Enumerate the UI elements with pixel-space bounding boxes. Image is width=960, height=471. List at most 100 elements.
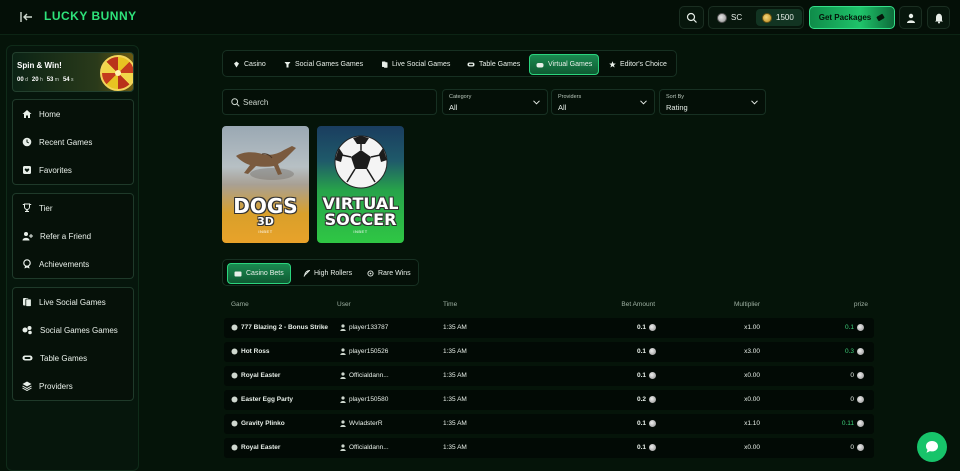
brand-logo[interactable]: LUCKY BUNNY — [44, 9, 137, 23]
user-icon — [340, 444, 346, 451]
greyhound-illustration — [236, 146, 296, 180]
sc-coin-icon — [857, 348, 864, 355]
ticket-icon — [234, 271, 242, 276]
slot-reels-icon — [22, 326, 32, 335]
timer-minutes: 53 m — [46, 77, 59, 83]
row-game[interactable]: 777 Blazing 2 - Bonus Strike — [231, 324, 328, 331]
providers-select-value: All — [558, 103, 567, 112]
game-title-line2: SOCCER — [324, 210, 397, 229]
sidebar-item-label: Table Games — [40, 353, 88, 363]
row-prize: 0 — [820, 444, 864, 451]
row-bet-amount: 0.1 — [606, 372, 656, 379]
row-game[interactable]: Royal Easter — [231, 444, 280, 451]
category-select-value: All — [449, 103, 458, 112]
row-game[interactable]: Hot Ross — [231, 348, 270, 355]
tab-casino-bets[interactable]: Casino Bets — [227, 263, 291, 284]
tab-social-games[interactable]: Social Games Games — [278, 54, 369, 75]
table-row[interactable]: 777 Blazing 2 - Bonus Strike player133787… — [224, 318, 874, 338]
providers-select[interactable]: Providers All — [551, 89, 655, 115]
search-input[interactable] — [243, 95, 433, 110]
tab-high-rollers[interactable]: High Rollers — [297, 263, 358, 284]
chat-button[interactable] — [917, 432, 947, 462]
sc-coin-icon — [717, 12, 727, 23]
bell-icon — [934, 13, 943, 23]
clock-icon — [22, 137, 32, 147]
row-game[interactable]: Gravity Plinko — [231, 420, 285, 427]
sidebar-item-home[interactable]: Home — [13, 100, 133, 128]
tab-casino[interactable]: Casino — [227, 54, 272, 75]
get-packages-button[interactable]: Get Packages — [809, 6, 895, 29]
sidebar-item-social-games[interactable]: Social Games Games — [13, 316, 133, 344]
nav-group-account: Tier Refer a Friend Achievements — [12, 193, 134, 279]
game-card-dogs-3d[interactable]: DOGS 3D INBET — [222, 126, 309, 243]
soccer-ball-icon — [334, 135, 388, 189]
table-row[interactable]: Gravity Plinko WvladsterR 1:35 AM 0.1 x1.10 0… — [224, 414, 874, 434]
game-provider-label: INBET — [258, 229, 273, 234]
sc-coin-icon — [857, 324, 864, 331]
gc-currency-button[interactable]: 1500 — [756, 9, 802, 26]
sc-coin-icon — [649, 324, 656, 331]
sidebar: Spin & Win! 00 d 20 h 53 m 54 s Home Rec… — [6, 45, 139, 471]
spin-win-promo[interactable]: Spin & Win! 00 d 20 h 53 m 54 s — [12, 52, 134, 92]
table-row[interactable]: Royal Easter Officialdann... 1:35 AM 0.1 x0.… — [224, 366, 874, 386]
sidebar-item-table-games[interactable]: Table Games — [13, 344, 133, 372]
cards-icon — [23, 298, 32, 307]
gc-coin-icon — [762, 12, 772, 23]
profile-button[interactable] — [899, 6, 922, 29]
sidebar-item-recent-games[interactable]: Recent Games — [13, 128, 133, 156]
collapse-sidebar-icon[interactable] — [20, 11, 34, 23]
sort-select-value: Rating — [666, 103, 688, 112]
game-icon — [231, 396, 238, 403]
row-bet-amount: 0.1 — [606, 444, 656, 451]
tab-table-games[interactable]: Table Games — [461, 54, 526, 75]
game-card-virtual-soccer[interactable]: VIRTUAL SOCCER INBET — [317, 126, 404, 243]
tab-rare-wins[interactable]: Rare Wins — [361, 263, 417, 284]
row-time: 1:35 AM — [443, 444, 467, 451]
category-select[interactable]: Category All — [442, 89, 548, 115]
column-header-multiplier: Multiplier — [733, 301, 760, 308]
sc-coin-icon — [649, 396, 656, 403]
row-multiplier: x1.10 — [744, 420, 760, 427]
table-row[interactable]: Hot Ross player150526 1:35 AM 0.1 x3.00 0.3 — [224, 342, 874, 362]
user-icon — [340, 420, 346, 427]
row-user: player150580 — [340, 396, 388, 403]
category-tabs: Casino Social Games Games Live Social Ga… — [222, 50, 677, 77]
game-icon — [231, 348, 238, 355]
search-button[interactable] — [679, 6, 704, 29]
tab-virtual-games[interactable]: Virtual Games — [529, 54, 600, 75]
sidebar-item-providers[interactable]: Providers — [13, 372, 133, 400]
sc-coin-icon — [649, 372, 656, 379]
sort-select-label: Sort By — [666, 94, 685, 100]
table-row[interactable]: Royal Easter Officialdann... 1:35 AM 0.1 x0.… — [224, 438, 874, 458]
user-icon — [340, 372, 346, 379]
row-multiplier: x0.00 — [744, 396, 760, 403]
row-prize: 0.11 — [820, 420, 864, 427]
category-select-label: Category — [449, 94, 472, 100]
notifications-button[interactable] — [927, 6, 950, 29]
column-header-game: Game — [231, 301, 249, 308]
sort-select[interactable]: Sort By Rating — [659, 89, 766, 115]
sidebar-item-live-social-games[interactable]: Live Social Games — [13, 288, 133, 316]
row-time: 1:35 AM — [443, 348, 467, 355]
trophy-icon — [22, 203, 32, 212]
tab-live-social-games[interactable]: Live Social Games — [375, 54, 456, 75]
sidebar-item-refer-friend[interactable]: Refer a Friend — [13, 222, 133, 250]
row-time: 1:35 AM — [443, 372, 467, 379]
row-game[interactable]: Royal Easter — [231, 372, 280, 379]
row-bet-amount: 0.1 — [606, 348, 656, 355]
sidebar-item-favorites[interactable]: Favorites — [13, 156, 133, 184]
sidebar-item-tier[interactable]: Tier — [13, 194, 133, 222]
game-icon — [231, 444, 238, 451]
game-search-field — [222, 89, 437, 115]
game-title-line2: 3D — [257, 215, 274, 228]
nav-group-main: Home Recent Games Favorites — [12, 99, 134, 185]
table-row[interactable]: Easter Egg Party player150580 1:35 AM 0.2 x0… — [224, 390, 874, 410]
sc-currency-button[interactable]: SC — [713, 9, 753, 26]
row-bet-amount: 0.1 — [606, 324, 656, 331]
row-prize: 0 — [820, 396, 864, 403]
sidebar-item-achievements[interactable]: Achievements — [13, 250, 133, 278]
row-game[interactable]: Easter Egg Party — [231, 396, 293, 403]
tab-editors-choice[interactable]: Editor's Choice — [603, 54, 673, 75]
game-title-line1: DOGS — [233, 194, 298, 218]
promo-title: Spin & Win! — [17, 61, 62, 70]
